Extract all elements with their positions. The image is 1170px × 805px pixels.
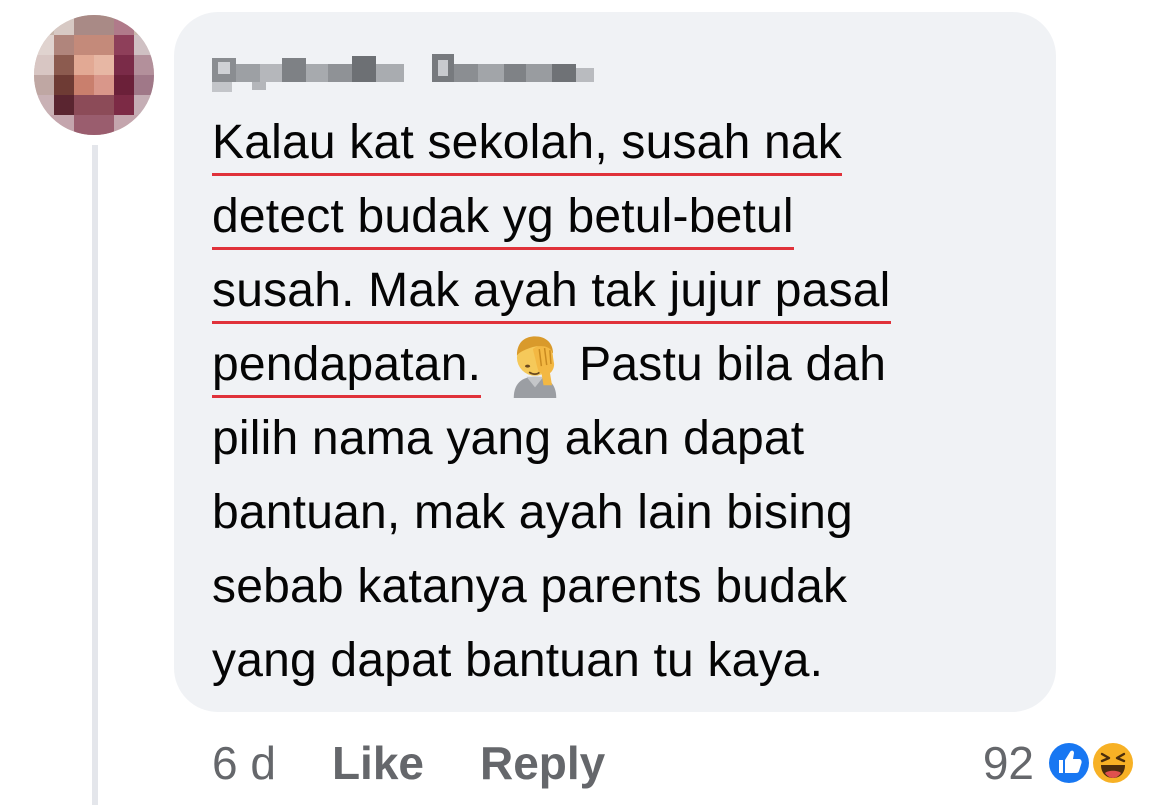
author-name-redacted[interactable] <box>212 46 612 94</box>
comment-line: susah. Mak ayah tak jujur pasal <box>212 254 1042 328</box>
comment-line: detect budak yg betul-betul <box>212 180 1042 254</box>
comment-line: pendapatan. Pastu bila dah <box>212 328 1042 402</box>
haha-reaction-icon <box>1090 740 1136 786</box>
comment-text: Kalau kat sekolah, susah nak detect buda… <box>212 106 1042 698</box>
comment-line: pilih nama yang akan dapat <box>212 412 805 465</box>
reactions-summary[interactable]: 92 <box>983 728 1138 798</box>
comment-footer: 6 d Like Reply <box>212 728 661 798</box>
comment-line: yang dapat bantuan tu kaya. <box>212 634 824 687</box>
comment-line: sebab katanya parents budak <box>212 560 848 613</box>
reply-button[interactable]: Reply <box>480 728 605 798</box>
thread-line <box>92 145 98 805</box>
spellcheck-underlined-text: detect budak yg betul-betul <box>212 180 794 254</box>
timestamp[interactable]: 6 d <box>212 728 276 798</box>
comment-line: bantuan, mak ayah lain bising <box>212 486 853 539</box>
spellcheck-underlined-text: pendapatan. <box>212 328 482 402</box>
avatar[interactable] <box>34 15 154 135</box>
comment-line: Kalau kat sekolah, susah nak <box>212 106 1042 180</box>
like-button[interactable]: Like <box>332 728 424 798</box>
spellcheck-underlined-text: susah. Mak ayah tak jujur pasal <box>212 254 891 328</box>
person-facepalming-emoji <box>513 336 557 398</box>
like-reaction-icon <box>1046 740 1092 786</box>
reaction-count: 92 <box>982 737 1034 789</box>
comment-line-trailing: Pastu bila dah <box>579 338 887 391</box>
spellcheck-underlined-text: Kalau kat sekolah, susah nak <box>212 106 842 180</box>
